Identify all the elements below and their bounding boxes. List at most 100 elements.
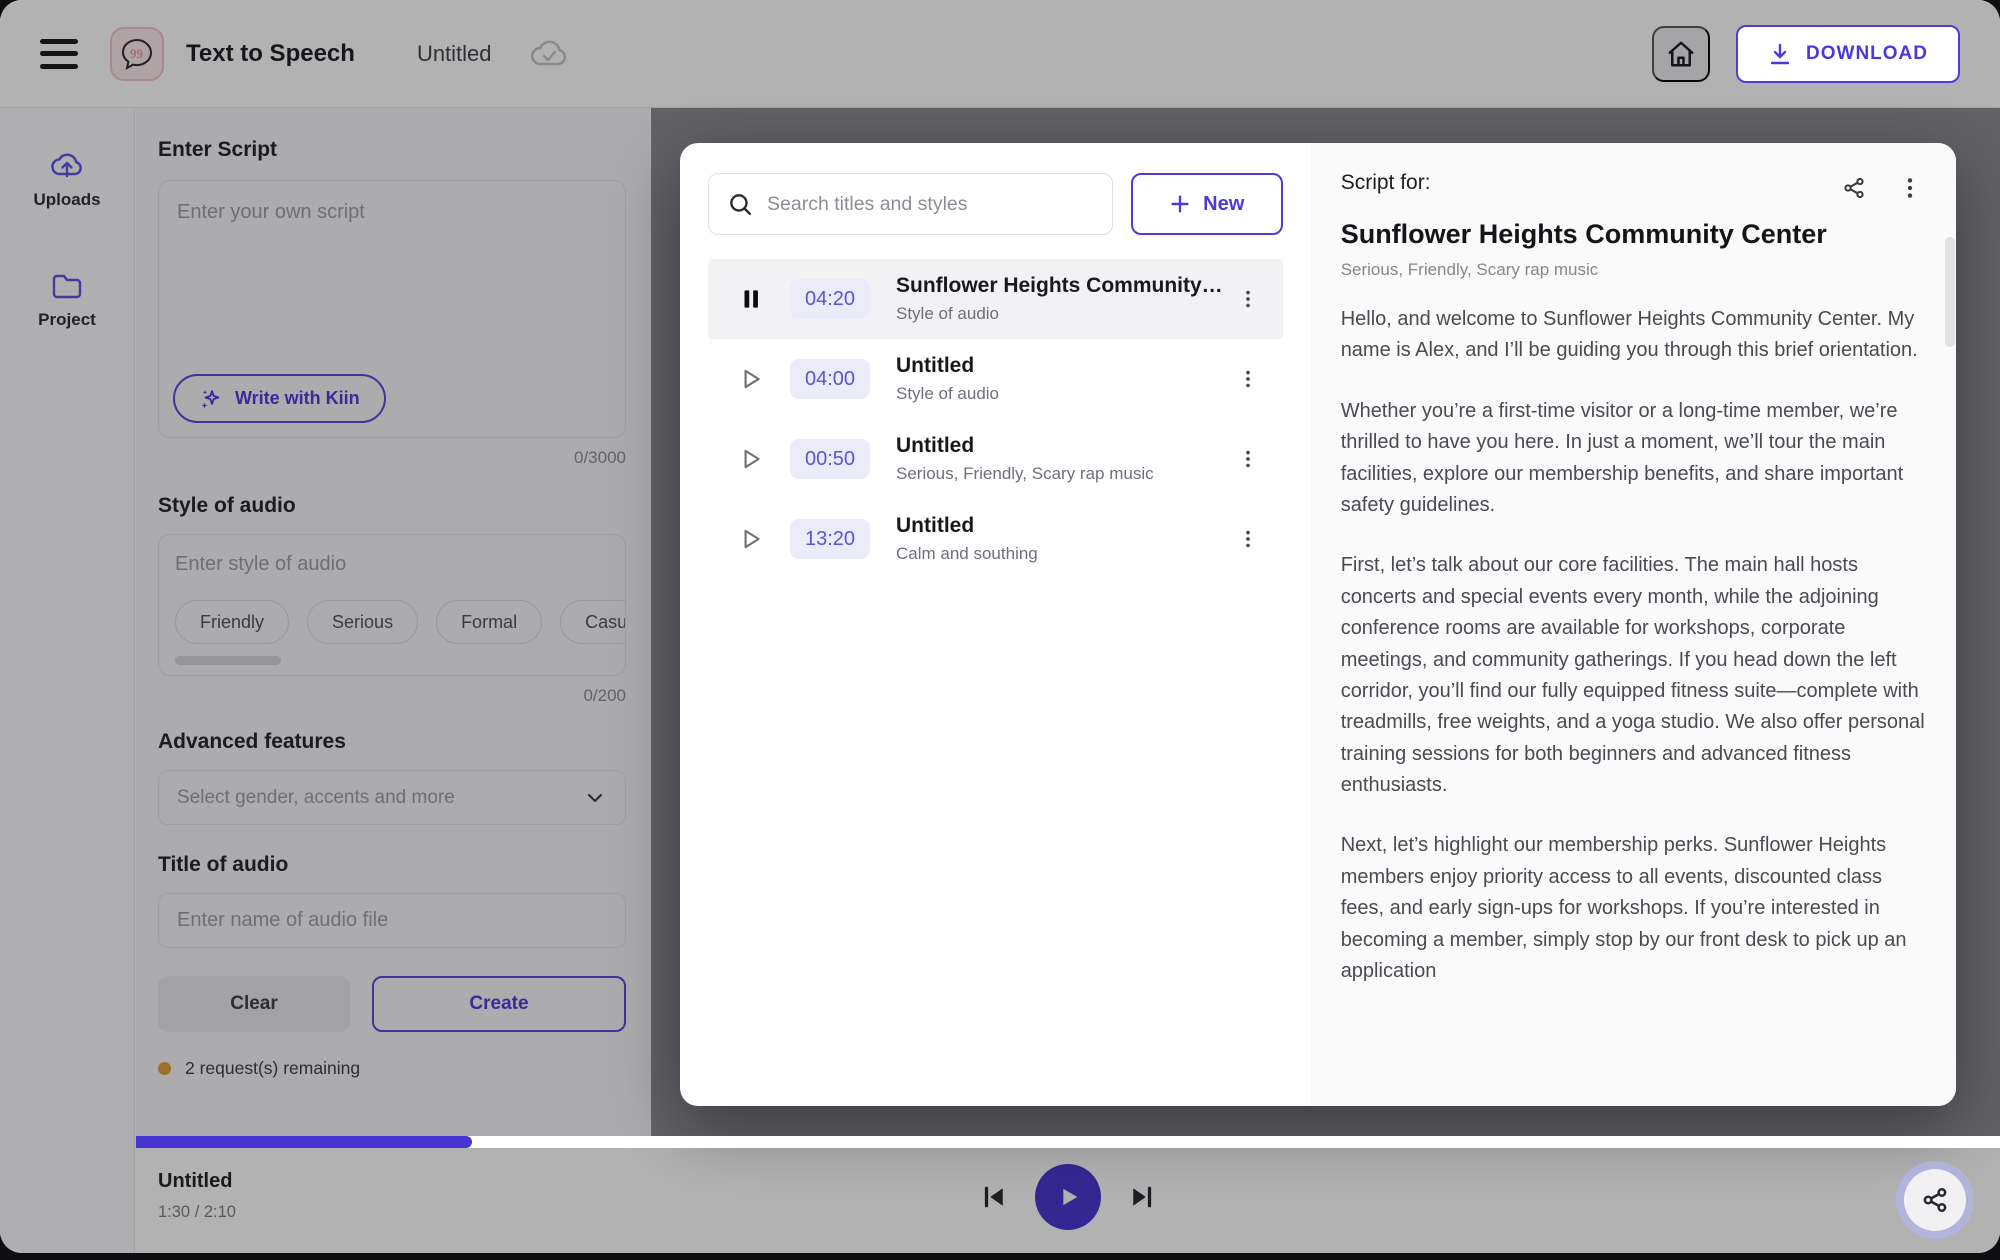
script-paragraph: Next, let’s highlight our membership per… (1341, 830, 1927, 987)
share-script-button[interactable] (1837, 171, 1871, 205)
audio-item-title: Untitled (896, 354, 1223, 378)
search-input[interactable] (767, 193, 1094, 216)
play-icon (738, 526, 764, 552)
download-label: DOWNLOAD (1806, 43, 1928, 65)
skip-forward-icon (1127, 1182, 1157, 1212)
folder-icon (51, 272, 83, 300)
play-icon (1054, 1183, 1082, 1211)
script-panel: Script for: (1311, 143, 1956, 1106)
kebab-menu-icon (1237, 288, 1259, 310)
create-button[interactable]: Create (372, 976, 626, 1032)
item-menu-button[interactable] (1223, 518, 1273, 560)
advanced-features-heading: Advanced features (158, 730, 626, 754)
audio-title-input[interactable] (158, 893, 626, 948)
pause-icon (738, 286, 764, 312)
sidebar-item-label: Uploads (33, 190, 100, 210)
audio-item-style: Style of audio (896, 384, 1223, 404)
next-track-button[interactable] (1127, 1182, 1157, 1212)
style-chip-serious[interactable]: Serious (307, 600, 418, 644)
audio-item-title: Sunflower Heights Community… (896, 274, 1223, 298)
script-style-subtitle: Serious, Friendly, Scary rap music (1341, 260, 1927, 280)
chips-horizontal-scrollbar[interactable] (175, 656, 281, 665)
play-button[interactable] (1035, 1164, 1101, 1230)
app-window: 99 Text to Speech Untitled (0, 0, 2000, 1253)
app-logo: 99 (110, 27, 164, 81)
script-for-label: Script for: (1341, 171, 1431, 195)
advanced-features-select[interactable]: Select gender, accents and more (158, 770, 626, 825)
play-icon (738, 366, 764, 392)
title-of-audio-heading: Title of audio (158, 853, 626, 877)
sidebar-item-uploads[interactable]: Uploads (0, 150, 134, 210)
audio-list-item[interactable]: 04:20Sunflower Heights Community…Style o… (708, 259, 1283, 339)
new-audio-button[interactable]: New (1131, 173, 1283, 235)
home-icon (1666, 39, 1696, 69)
audio-list: 04:20 Sunflower Heights Community… Style o… (708, 259, 1283, 579)
audio-item-style: Calm and southing (896, 544, 1223, 564)
style-char-counter: 0/200 (158, 686, 626, 706)
clear-button[interactable]: Clear (158, 976, 350, 1032)
page-title: Text to Speech (186, 40, 355, 68)
play-icon (738, 446, 764, 472)
home-button[interactable] (1652, 26, 1710, 82)
style-chip-formal[interactable]: Formal (436, 600, 542, 644)
chevron-down-icon (583, 786, 607, 810)
enter-script-heading: Enter Script (158, 138, 626, 162)
playback-progress-bar[interactable] (136, 1136, 2000, 1148)
pause-track-button[interactable] (734, 282, 768, 316)
audio-list-item[interactable]: 00:50 Untitled Serious, Friendly, Scary ra… (708, 419, 1283, 499)
share-icon (1841, 175, 1867, 201)
share-player-button[interactable] (1904, 1169, 1966, 1231)
library-modal: New 04:20 Sunflower Heights Community… Sty… (680, 143, 1956, 1106)
kebab-menu-icon (1237, 368, 1259, 390)
item-menu-button[interactable] (1223, 438, 1273, 480)
download-button[interactable]: DOWNLOAD (1736, 25, 1960, 83)
script-form-panel: Enter Script Write with Kiin 0/3000 Styl… (136, 108, 650, 1253)
skip-back-icon (979, 1182, 1009, 1212)
advanced-features-placeholder: Select gender, accents and more (177, 787, 583, 809)
sidebar-item-project[interactable]: Project (0, 272, 134, 330)
style-chip-casual[interactable]: Casual (560, 600, 625, 644)
play-track-button[interactable] (734, 442, 768, 476)
duration-badge: 04:00 (790, 359, 870, 399)
audio-library-column: New 04:20 Sunflower Heights Community… Sty… (680, 143, 1311, 1106)
item-menu-button[interactable] (1223, 278, 1273, 320)
sparkle-icon (199, 387, 223, 411)
duration-badge: 04:20 (790, 279, 870, 319)
search-icon (727, 191, 753, 217)
script-menu-button[interactable] (1893, 171, 1927, 205)
write-with-kiin-button[interactable]: Write with Kiin (173, 374, 386, 423)
write-with-kiin-label: Write with Kiin (235, 388, 360, 409)
style-input[interactable] (175, 553, 603, 576)
style-chip-friendly[interactable]: Friendly (175, 600, 289, 644)
top-bar: 99 Text to Speech Untitled (0, 0, 2000, 108)
player-bar: Untitled 1:30 / 2:10 (136, 1140, 2000, 1253)
play-track-button[interactable] (734, 522, 768, 556)
audio-item-title: Untitled (896, 434, 1223, 458)
speech-bubble-logo-icon: 99 (120, 37, 154, 71)
script-paragraph: Whether you’re a first-time visitor or a… (1341, 396, 1927, 522)
item-menu-button[interactable] (1223, 358, 1273, 400)
script-vertical-scrollbar[interactable] (1945, 237, 1955, 347)
kebab-menu-icon (1897, 175, 1923, 201)
cloud-sync-icon (530, 39, 568, 69)
play-track-button[interactable] (734, 362, 768, 396)
audio-item-style: Serious, Friendly, Scary rap music (896, 464, 1223, 484)
duration-badge: 13:20 (790, 519, 870, 559)
svg-text:99: 99 (130, 46, 144, 61)
plus-icon (1169, 193, 1191, 215)
share-icon (1920, 1185, 1950, 1215)
duration-badge: 00:50 (790, 439, 870, 479)
audio-list-item[interactable]: 04:00 Untitled Style of audio (708, 339, 1283, 419)
menu-icon[interactable] (40, 39, 78, 69)
style-of-audio-heading: Style of audio (158, 494, 626, 518)
player-time: 1:30 / 2:10 (158, 1203, 236, 1222)
script-textarea[interactable] (159, 181, 625, 351)
script-text: Hello, and welcome to Sunflower Heights … (1341, 304, 1927, 987)
new-audio-label: New (1203, 193, 1244, 216)
script-title: Sunflower Heights Community Center (1341, 219, 1927, 250)
screen: 99 Text to Speech Untitled (0, 0, 2000, 1260)
previous-track-button[interactable] (979, 1182, 1009, 1212)
audio-list-item[interactable]: 13:20UntitledCalm and southing (708, 499, 1283, 579)
sidebar: Uploads Project (0, 108, 135, 1253)
cloud-upload-icon (51, 150, 83, 180)
